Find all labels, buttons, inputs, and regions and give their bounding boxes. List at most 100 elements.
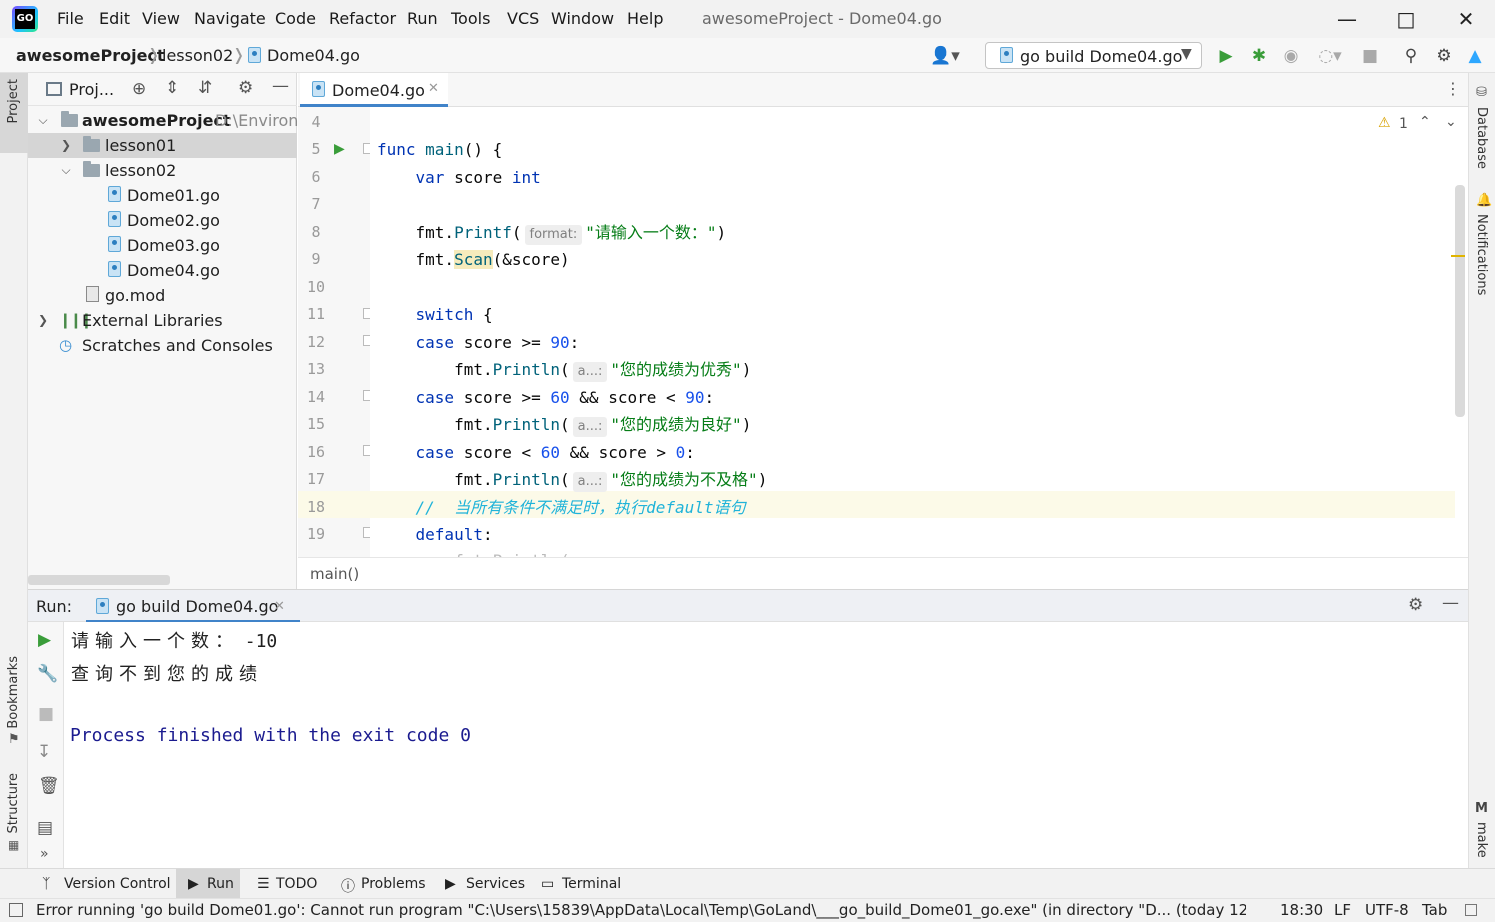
- make-tool-tab[interactable]: make: [1474, 822, 1489, 858]
- menu-help[interactable]: Help: [627, 9, 663, 28]
- wrench-icon[interactable]: 🔧: [37, 664, 58, 684]
- expand-all-icon[interactable]: ⇕: [165, 78, 179, 98]
- warning-icon[interactable]: ⚠: [1378, 115, 1391, 131]
- settings-gear-icon[interactable]: ⚙: [1433, 45, 1455, 67]
- run-configuration-selector[interactable]: go build Dome04.go ▼: [985, 42, 1202, 69]
- user-dropdown-icon[interactable]: 👤▾: [928, 45, 962, 67]
- tree-item-go-mod[interactable]: go.mod: [28, 283, 297, 308]
- tree-item-project-root[interactable]: ⌵ awesomeProject D:\Environm: [28, 108, 314, 133]
- debug-icon[interactable]: ✱: [1248, 45, 1270, 67]
- menu-tools[interactable]: Tools: [451, 9, 490, 28]
- menu-run[interactable]: Run: [407, 9, 438, 28]
- tool-version-control[interactable]: Version Control: [64, 876, 171, 892]
- project-panel-title[interactable]: Proj...: [69, 80, 114, 99]
- scroll-to-end-icon[interactable]: ↧: [37, 742, 51, 762]
- menu-view[interactable]: View: [142, 9, 180, 28]
- console-exit-line: Process finished with the exit code 0: [70, 725, 471, 746]
- menu-edit[interactable]: Edit: [99, 9, 130, 28]
- trash-icon[interactable]: 🗑: [38, 776, 60, 796]
- collapse-all-icon[interactable]: ⇵: [198, 78, 212, 98]
- run-gutter-icon[interactable]: ▶: [334, 141, 345, 157]
- tool-terminal[interactable]: Terminal: [562, 876, 621, 892]
- breadcrumb-folder[interactable]: lesson02: [162, 46, 233, 65]
- lock-icon[interactable]: [1465, 904, 1477, 916]
- run-icon: ▶: [188, 876, 199, 892]
- line-separator[interactable]: LF: [1334, 901, 1351, 919]
- toggle-tool-windows-icon[interactable]: [9, 903, 23, 917]
- tree-item-dome01[interactable]: Dome01.go: [28, 183, 297, 208]
- caret-position[interactable]: 18:30: [1280, 901, 1323, 919]
- coverage-icon[interactable]: ◉: [1280, 45, 1302, 67]
- tree-item-lesson02[interactable]: ⌵ lesson02: [28, 158, 297, 183]
- locate-icon[interactable]: ⊕: [132, 79, 146, 99]
- breadcrumb-function[interactable]: main(): [310, 565, 359, 583]
- tool-run[interactable]: Run: [207, 876, 234, 892]
- status-message[interactable]: Error running 'go build Dome01.go': Cann…: [36, 901, 1246, 919]
- profile-icon[interactable]: ◌▾: [1310, 45, 1350, 67]
- menu-code[interactable]: Code: [275, 9, 316, 28]
- more-icon[interactable]: »: [40, 846, 49, 862]
- run-tab-go-build[interactable]: go build Dome04.go ✕: [86, 590, 300, 623]
- menu-file[interactable]: File: [57, 9, 84, 28]
- menu-refactor[interactable]: Refactor: [329, 9, 396, 28]
- next-highlight-icon[interactable]: ⌄: [1445, 114, 1455, 130]
- tree-item-dome04[interactable]: Dome04.go: [28, 258, 297, 283]
- tool-todo[interactable]: TODO: [276, 876, 317, 892]
- editor-vertical-scrollbar[interactable]: [1455, 185, 1465, 417]
- breadcrumb-file[interactable]: Dome04.go: [267, 46, 360, 65]
- tool-services[interactable]: Services: [466, 876, 525, 892]
- tree-item-label: Scratches and Consoles: [82, 336, 273, 355]
- project-tool-tab[interactable]: Project: [0, 73, 28, 153]
- close-window-icon[interactable]: ✕: [1446, 5, 1486, 33]
- indent-setting[interactable]: Tab: [1422, 901, 1447, 919]
- stop-icon[interactable]: ■: [1359, 45, 1381, 67]
- settings-gear-icon[interactable]: ⚙: [1408, 595, 1423, 615]
- problems-icon: ⓘ: [341, 879, 355, 895]
- tree-item-dome02[interactable]: Dome02.go: [28, 208, 297, 233]
- tree-item-lesson01[interactable]: ❯ lesson01: [28, 133, 297, 158]
- tab-dome04[interactable]: Dome04.go ✕: [300, 73, 448, 107]
- database-icon: ⛁: [1476, 85, 1487, 100]
- code-comment: // 当所有条件不满足时，执行default语句: [415, 498, 746, 517]
- stop-icon[interactable]: ■: [38, 704, 54, 724]
- search-icon[interactable]: ⚲: [1400, 45, 1422, 67]
- horizontal-scrollbar[interactable]: [28, 575, 170, 585]
- file-encoding[interactable]: UTF-8: [1365, 901, 1409, 919]
- previous-highlight-icon[interactable]: ⌃: [1419, 114, 1431, 130]
- menu-navigate[interactable]: Navigate: [194, 9, 266, 28]
- go-file-icon: [108, 211, 121, 227]
- code-line-8: fmt.Printf(format: "请输入一个数："): [377, 219, 726, 246]
- tree-item-dome03[interactable]: Dome03.go: [28, 233, 297, 258]
- structure-icon: ▦: [8, 838, 20, 852]
- jetbrains-ai-icon[interactable]: ▲: [1464, 45, 1486, 67]
- run-icon[interactable]: ▶: [1215, 45, 1237, 67]
- database-tool-tab[interactable]: Database: [1474, 107, 1489, 169]
- close-tab-icon[interactable]: ✕: [428, 81, 439, 96]
- hide-panel-icon[interactable]: —: [1442, 593, 1459, 613]
- hide-panel-icon[interactable]: —: [272, 76, 289, 96]
- breadcrumb-separator-icon: ❭: [147, 45, 161, 64]
- menu-vcs[interactable]: VCS: [507, 9, 539, 28]
- structure-tool-tab[interactable]: Structure: [6, 773, 21, 833]
- warning-stripe-marker[interactable]: [1451, 255, 1465, 257]
- layout-icon[interactable]: ▤: [37, 818, 53, 838]
- string-literal: "请输入一个数：": [585, 223, 717, 242]
- tree-item-scratches[interactable]: ◷ Scratches and Consoles: [28, 333, 297, 358]
- more-options-icon[interactable]: ⋮: [1445, 79, 1461, 98]
- bookmarks-tool-tab[interactable]: Bookmarks: [6, 656, 21, 729]
- close-tab-icon[interactable]: ✕: [274, 599, 285, 614]
- rerun-icon[interactable]: ▶: [38, 630, 51, 650]
- tool-problems[interactable]: Problems: [361, 876, 426, 892]
- code-editor[interactable]: func main() { var score int fmt.Printf(f…: [370, 107, 1455, 557]
- run-configuration-label: go build Dome04.go: [1020, 47, 1183, 66]
- breadcrumb-project[interactable]: awesomeProject: [16, 46, 165, 65]
- code-line-13: fmt.Println(a...: "您的成绩为优秀"): [377, 356, 751, 383]
- minimize-icon[interactable]: —: [1327, 5, 1367, 33]
- tree-item-label: Dome02.go: [127, 211, 220, 230]
- tree-item-external-libraries[interactable]: ❯ ❙❙❙ External Libraries: [28, 308, 297, 333]
- console-output[interactable]: 请输入一个数： -10 查询不到您的成绩 Process finished wi…: [64, 622, 1468, 868]
- menu-window[interactable]: Window: [551, 9, 614, 28]
- maximize-icon[interactable]: □: [1386, 5, 1426, 33]
- notifications-tool-tab[interactable]: Notifications: [1474, 214, 1489, 295]
- settings-gear-icon[interactable]: ⚙: [238, 78, 253, 98]
